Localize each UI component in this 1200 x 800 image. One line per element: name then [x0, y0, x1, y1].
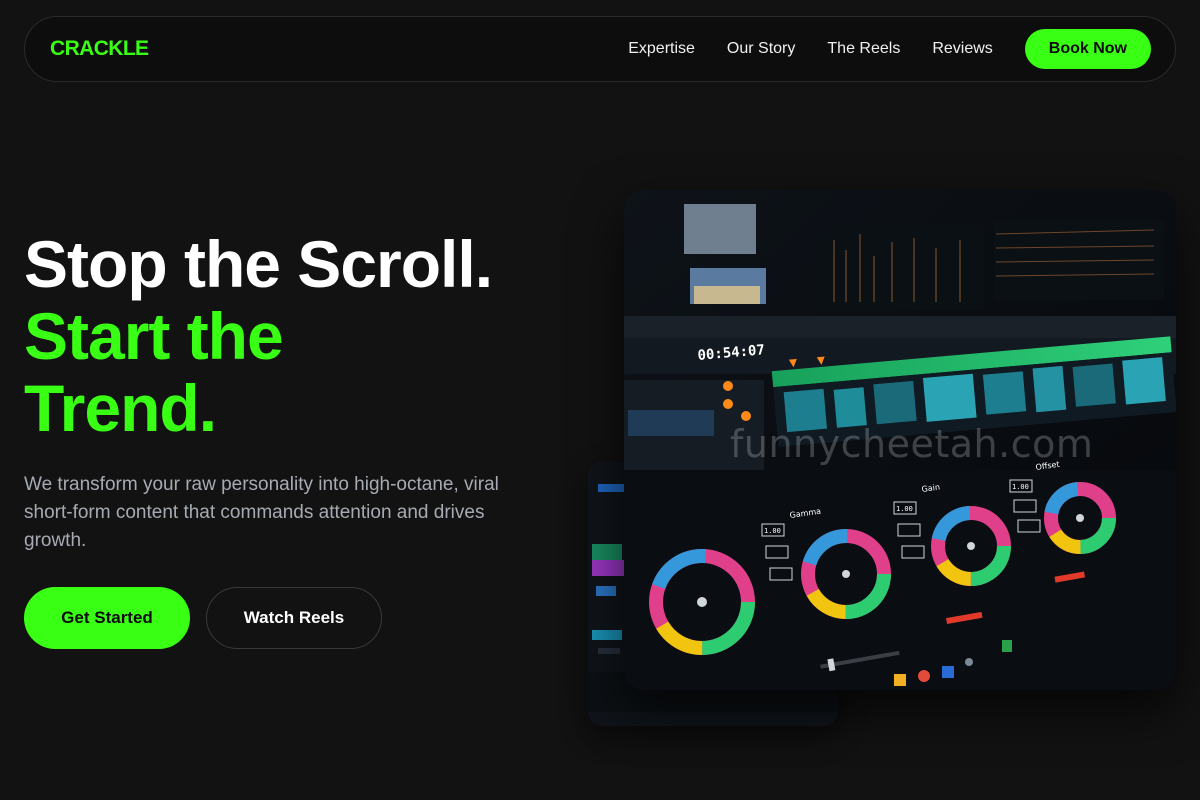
nav-link-expertise[interactable]: Expertise [628, 40, 695, 58]
nav-link-our-story[interactable]: Our Story [727, 40, 795, 58]
watch-reels-button[interactable]: Watch Reels [206, 587, 382, 649]
top-navbar: CRACKLE Expertise Our Story The Reels Re… [24, 16, 1176, 82]
readout-offset: 1.00 [1012, 483, 1029, 491]
readout-gain: 1.00 [896, 505, 913, 513]
video-editor-screenshot: 00:54:07 Gamma Gain Offset 1.00 1.00 1.0… [624, 190, 1176, 690]
nav-links: Expertise Our Story The Reels Reviews Bo… [596, 29, 1151, 69]
hero-title-line-2: Start the [24, 299, 284, 373]
hero-title-line-1: Stop the Scroll. [24, 227, 493, 301]
readout-gamma: 1.00 [764, 527, 781, 535]
hero-media-card: 00:54:07 Gamma Gain Offset 1.00 1.00 1.0… [624, 190, 1176, 690]
hero-title: Stop the Scroll. Start the Trend. [24, 228, 604, 444]
book-now-button[interactable]: Book Now [1024, 29, 1151, 69]
hero-subtitle: We transform your raw personality into h… [24, 474, 499, 551]
nav-link-the-reels[interactable]: The Reels [827, 40, 900, 58]
get-started-button[interactable]: Get Started [24, 587, 190, 649]
hero-title-line-3: Trend. [24, 371, 217, 445]
nav-link-reviews[interactable]: Reviews [932, 40, 992, 58]
brand-logo[interactable]: CRACKLE [50, 37, 149, 61]
